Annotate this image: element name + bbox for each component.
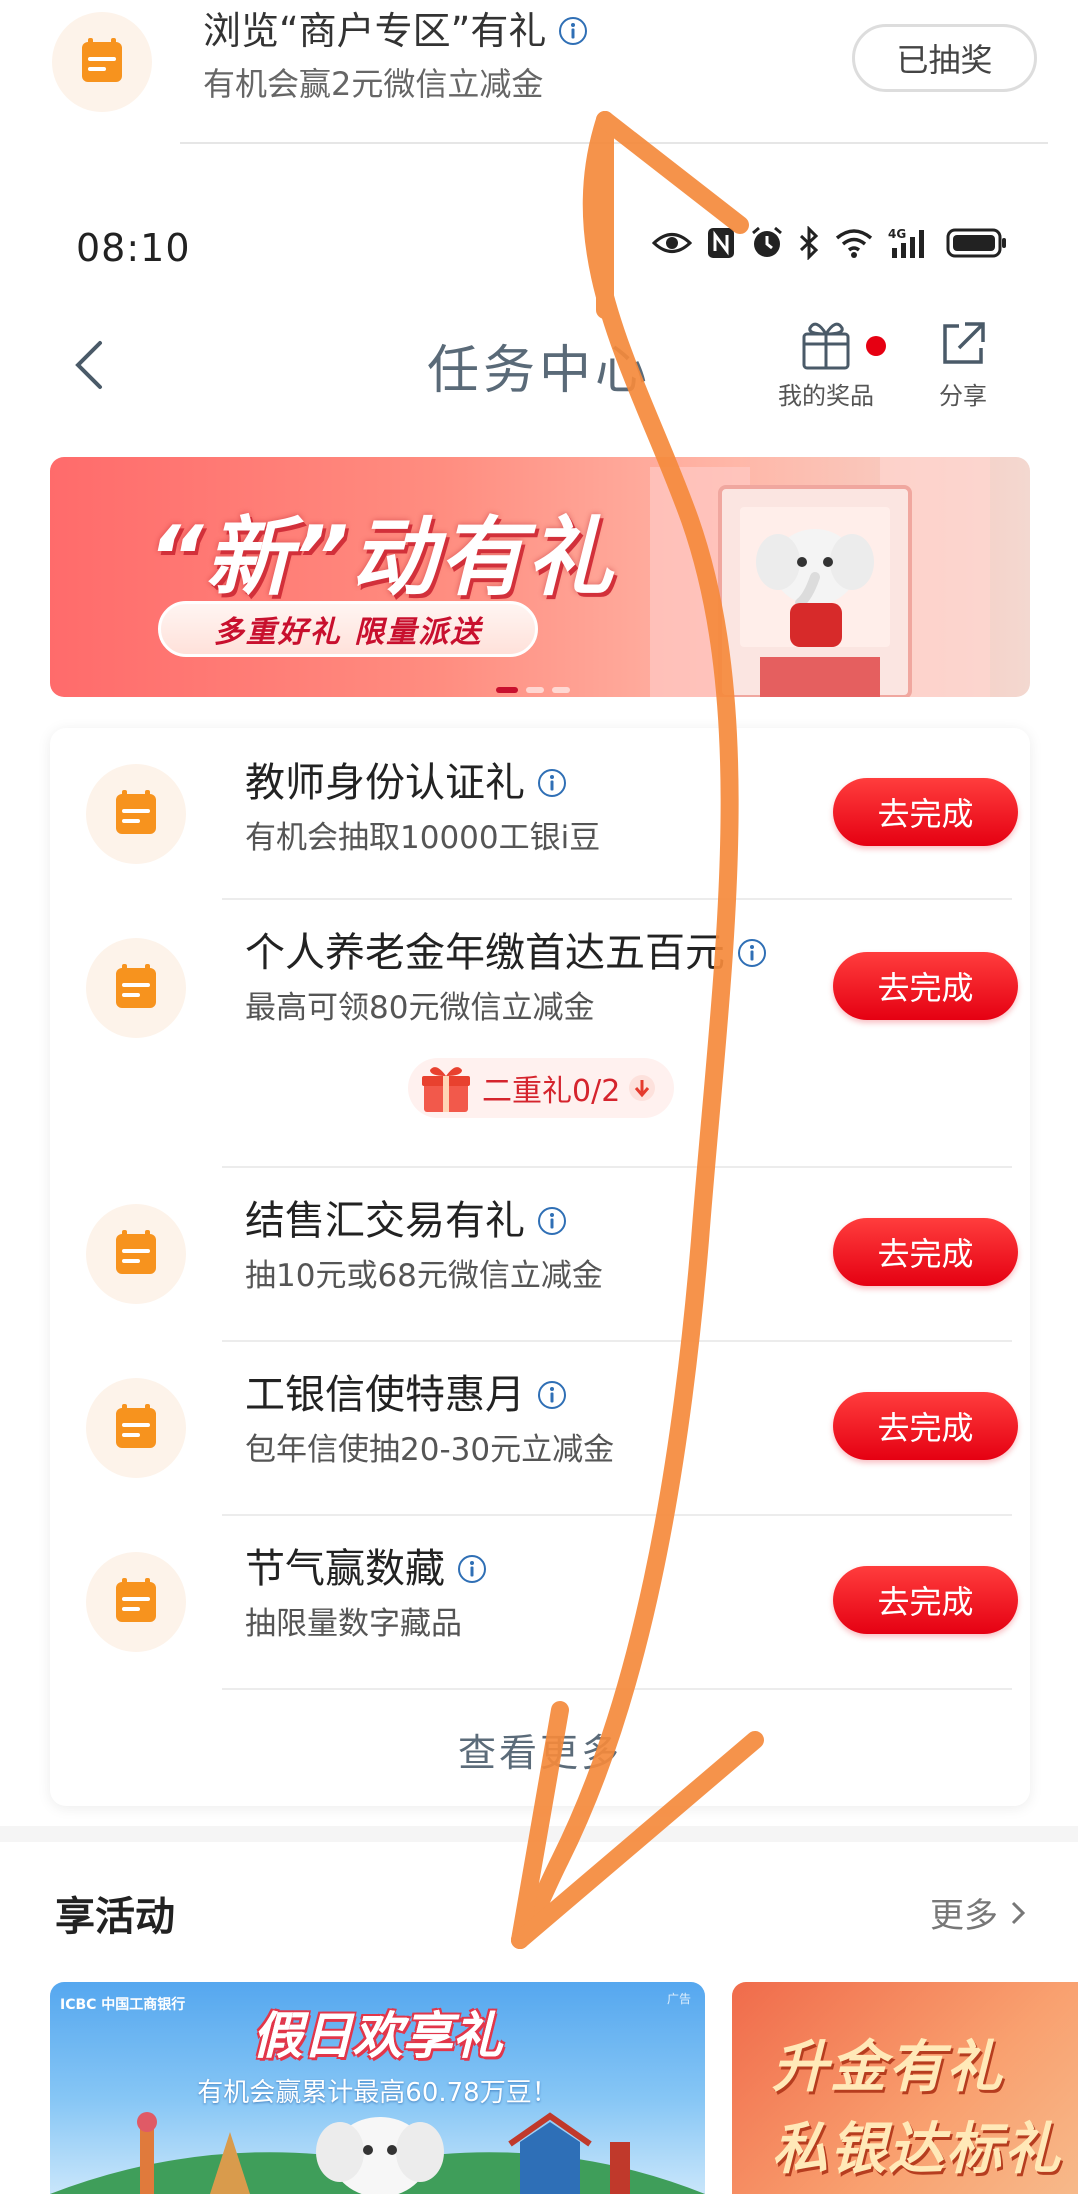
activity-headline: 假日欢享礼 [252, 2007, 503, 2065]
bluetooth-icon [798, 226, 820, 260]
alarm-icon [750, 226, 784, 260]
promo-banner[interactable]: “新”动有礼 多重好礼 限量派送 [50, 457, 1030, 697]
divider [180, 142, 1048, 144]
share-label: 分享 [939, 382, 987, 410]
activities-header: 享活动 更多 [0, 1842, 1078, 1982]
view-more-link[interactable]: 查看更多 [50, 1722, 1030, 1777]
calendar-icon [86, 938, 186, 1038]
banner-headline: “新”动有礼 [148, 508, 615, 608]
share-icon [943, 322, 985, 364]
signal-4g-icon: 4G [888, 226, 932, 260]
info-icon[interactable] [737, 938, 767, 968]
complete-button[interactable]: 去完成 [833, 778, 1018, 846]
clock: 08:10 [76, 226, 191, 270]
more-label: 更多 [930, 1896, 998, 1936]
task-row: 节气赢数藏 抽限量数字藏品 去完成 [50, 1516, 1030, 1690]
nfc-icon [706, 226, 736, 260]
activity-card-upgrade[interactable]: 升金有礼 私银达标礼 [732, 1982, 1078, 2194]
drawn-button[interactable]: 已抽奖 [852, 24, 1037, 92]
activities-title: 享活动 [55, 1894, 175, 1940]
complete-button[interactable]: 去完成 [833, 1566, 1018, 1634]
notification-dot [866, 336, 886, 356]
activity-card-holiday[interactable]: ICBC 中国工商银行 广告 假日欢享礼 有机会赢累计最高60.78万豆！ [50, 1982, 705, 2194]
task-title: 浏览“商户专区”有礼 [203, 9, 547, 53]
task-desc: 有机会抽取10000工银i豆 [245, 820, 601, 856]
info-icon[interactable] [558, 16, 588, 46]
info-icon[interactable] [537, 1380, 567, 1410]
activities-more-link[interactable]: 更多 [930, 1888, 1028, 1937]
task-center-screen: 浏览“商户专区”有礼 有机会赢2元微信立减金 已抽奖 08:10 4G 任务中心… [0, 0, 1078, 2194]
gift-icon [422, 1067, 470, 1112]
complete-button[interactable]: 去完成 [833, 952, 1018, 1020]
my-prizes-button[interactable]: 我的奖品 [778, 316, 886, 411]
status-icons: 4G [652, 226, 1008, 260]
task-row: 个人养老金年缴首达五百元 最高可领80元微信立减金 去完成 二重礼0/2 [50, 900, 1030, 1168]
arrow-down-icon [629, 1075, 656, 1101]
second-gift-toggle[interactable]: 二重礼0/2 [408, 1058, 675, 1118]
task-row: 结售汇交易有礼 抽10元或68元微信立减金 去完成 [50, 1168, 1030, 1342]
calendar-icon [86, 1552, 186, 1652]
activity-line2: 私银达标礼 [772, 2117, 1062, 2182]
chevron-right-icon [1011, 1901, 1026, 1924]
svg-text:4G: 4G [888, 227, 906, 241]
task-title: 工银信使特惠月 [245, 1372, 525, 1418]
header: 任务中心 我的奖品 分享 [0, 300, 1078, 425]
task-title: 节气赢数藏 [245, 1546, 445, 1592]
calendar-icon [86, 1378, 186, 1478]
battery-icon [946, 227, 1008, 259]
task-desc: 包年信使抽20-30元立减金 [245, 1432, 615, 1468]
task-desc: 抽限量数字藏品 [245, 1606, 462, 1642]
section-gap [0, 1826, 1078, 1842]
share-button[interactable]: 分享 [935, 316, 991, 411]
page-dot[interactable] [552, 687, 570, 693]
task-row-merchant: 浏览“商户专区”有礼 有机会赢2元微信立减金 已抽奖 [0, 0, 1078, 145]
banner-pagination [496, 687, 570, 693]
task-title: 结售汇交易有礼 [245, 1198, 525, 1244]
wifi-icon [834, 227, 874, 259]
second-gift-label: 二重礼0/2 [482, 1074, 621, 1109]
complete-button[interactable]: 去完成 [833, 1218, 1018, 1286]
complete-button[interactable]: 去完成 [833, 1392, 1018, 1460]
task-row: 工银信使特惠月 包年信使抽20-30元立减金 去完成 [50, 1342, 1030, 1516]
info-icon[interactable] [537, 768, 567, 798]
page-dot-active[interactable] [496, 687, 518, 693]
task-desc: 有机会赢2元微信立减金 [203, 65, 544, 103]
divider [222, 1688, 1012, 1690]
banner-subline: 多重好礼 限量派送 [158, 601, 538, 657]
status-bar: 08:10 4G [0, 200, 1078, 300]
page-title: 任务中心 [426, 341, 651, 401]
elephant-mascot-illustration [650, 457, 990, 697]
task-row: 教师身份认证礼 有机会抽取10000工银i豆 去完成 [50, 728, 1030, 900]
landmarks-illustration [50, 2112, 705, 2194]
info-icon[interactable] [537, 1206, 567, 1236]
calendar-icon [86, 764, 186, 864]
my-prizes-label: 我的奖品 [778, 382, 874, 410]
task-list-card: 教师身份认证礼 有机会抽取10000工银i豆 去完成 个人养老金年缴首达五百元 … [50, 728, 1030, 1806]
task-title: 教师身份认证礼 [245, 760, 525, 806]
gift-box-icon [802, 322, 850, 370]
activity-line1: 升金有礼 [772, 2035, 1004, 2100]
task-desc: 抽10元或68元微信立减金 [245, 1258, 603, 1294]
task-title: 个人养老金年缴首达五百元 [245, 930, 725, 976]
task-desc: 最高可领80元微信立减金 [245, 990, 595, 1026]
eye-icon [652, 228, 692, 258]
page-dot[interactable] [526, 687, 544, 693]
calendar-icon [52, 12, 152, 112]
calendar-icon [86, 1204, 186, 1304]
info-icon[interactable] [457, 1554, 487, 1584]
